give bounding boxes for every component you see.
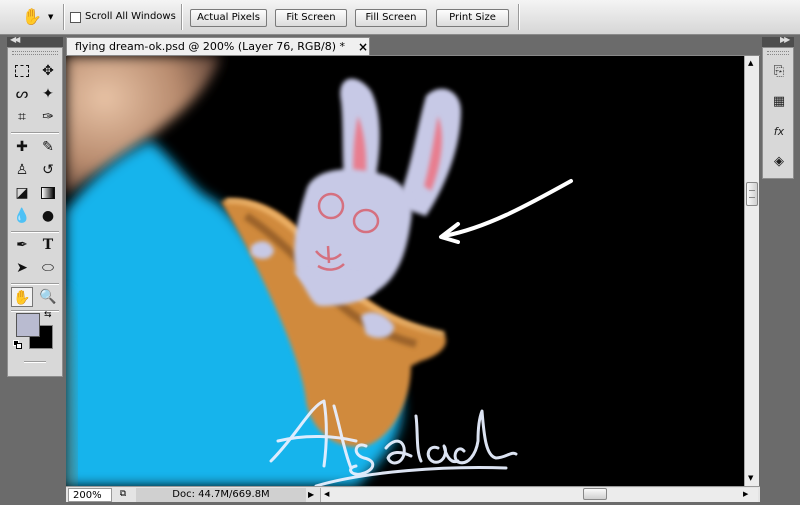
styles-fx-panel-icon[interactable]: fx bbox=[769, 122, 789, 142]
status-bar: 200% ⧉ Doc: 44.7M/669.8M ▶ ◀ ▶ bbox=[66, 486, 760, 502]
horizontal-scrollbar[interactable]: ◀ ▶ bbox=[320, 488, 758, 502]
panel-dock: ⎘ ▦ fx ◈ bbox=[762, 47, 794, 179]
vertical-scrollbar[interactable]: ▲ ▼ bbox=[744, 56, 759, 486]
zoom-field[interactable]: 200% bbox=[68, 488, 112, 502]
status-menu-arrow-icon[interactable]: ▶ bbox=[308, 488, 318, 502]
fit-screen-button[interactable]: Fit Screen bbox=[275, 9, 347, 27]
vertical-scroll-thumb[interactable] bbox=[746, 182, 758, 206]
document-tab-title: flying dream-ok.psd @ 200% (Layer 76, RG… bbox=[75, 40, 345, 53]
scroll-down-arrow-icon[interactable]: ▼ bbox=[748, 474, 753, 482]
toolbox-grip[interactable] bbox=[12, 51, 58, 55]
eyedropper-tool-icon[interactable]: ✑ bbox=[37, 107, 59, 127]
expand-arrows-icon: ▶▶ bbox=[780, 35, 790, 44]
swatches-panel-icon[interactable]: ▦ bbox=[769, 92, 789, 112]
path-selection-tool-icon[interactable]: ➤ bbox=[11, 258, 33, 278]
toolbox-header[interactable]: ◀◀ bbox=[7, 35, 63, 47]
toolbox: ✥ ᔕ ✦ ⌗ ✑ ✚ ✎ ♙ ↺ ◪ 💧 ● ✒ T ➤ ⬭ ✋ 🔍 ⇆ bbox=[7, 47, 63, 377]
lasso-tool-icon[interactable]: ᔕ bbox=[11, 84, 33, 104]
gradient-tool-icon[interactable] bbox=[37, 183, 59, 203]
print-size-button[interactable]: Print Size bbox=[436, 9, 509, 27]
artwork bbox=[66, 56, 573, 486]
options-bar: ✋ ▼ Scroll All Windows Actual Pixels Fit… bbox=[0, 0, 800, 35]
history-panel-icon[interactable]: ⎘ bbox=[769, 62, 789, 82]
document-tab[interactable]: flying dream-ok.psd @ 200% (Layer 76, RG… bbox=[66, 37, 370, 56]
scroll-left-arrow-icon[interactable]: ◀ bbox=[324, 488, 329, 501]
pen-tool-icon[interactable]: ✒ bbox=[11, 235, 33, 255]
collapse-arrows-icon: ◀◀ bbox=[10, 35, 20, 44]
dock-header[interactable]: ▶▶ bbox=[762, 35, 794, 47]
move-tool-icon[interactable]: ✥ bbox=[37, 61, 59, 81]
close-icon[interactable]: × bbox=[358, 38, 368, 56]
eraser-tool-icon[interactable]: ◪ bbox=[11, 183, 33, 203]
document-canvas[interactable] bbox=[66, 56, 744, 486]
foreground-color-swatch-front bbox=[16, 313, 40, 337]
scroll-all-windows-label: Scroll All Windows bbox=[85, 11, 176, 22]
marquee-tool-icon[interactable] bbox=[11, 61, 33, 81]
fill-screen-button[interactable]: Fill Screen bbox=[355, 9, 427, 27]
horizontal-scroll-thumb[interactable] bbox=[583, 488, 607, 500]
history-brush-tool-icon[interactable]: ↺ bbox=[37, 160, 59, 180]
scroll-up-arrow-icon[interactable]: ▲ bbox=[748, 59, 753, 67]
hand-icon: ✋ bbox=[22, 7, 42, 26]
tool-preset-picker[interactable]: ✋ ▼ bbox=[20, 7, 60, 29]
ellipse-tool-icon[interactable]: ⬭ bbox=[37, 258, 59, 278]
scroll-all-windows-checkbox[interactable] bbox=[70, 12, 81, 23]
actual-pixels-button[interactable]: Actual Pixels bbox=[190, 9, 267, 27]
clone-stamp-tool-icon[interactable]: ♙ bbox=[11, 160, 33, 180]
layers-panel-icon[interactable]: ◈ bbox=[769, 152, 789, 172]
brush-tool-icon[interactable]: ✎ bbox=[37, 137, 59, 157]
swap-colors-icon[interactable]: ⇆ bbox=[44, 310, 52, 320]
dodge-tool-icon[interactable]: ● bbox=[37, 206, 59, 226]
type-tool-icon[interactable]: T bbox=[37, 235, 59, 255]
scroll-right-arrow-icon[interactable]: ▶ bbox=[743, 488, 748, 501]
dock-grip[interactable] bbox=[767, 51, 789, 55]
arrow-stroke bbox=[442, 179, 573, 238]
doc-size-info: Doc: 44.7M/669.8M bbox=[136, 488, 306, 502]
healing-brush-tool-icon[interactable]: ✚ bbox=[11, 137, 33, 157]
blur-tool-icon[interactable]: 💧 bbox=[11, 206, 33, 226]
default-colors-icon[interactable] bbox=[13, 340, 23, 350]
status-options-icon[interactable]: ⧉ bbox=[116, 488, 130, 502]
zoom-tool-icon[interactable]: 🔍 bbox=[37, 287, 59, 307]
chevron-down-icon: ▼ bbox=[48, 13, 54, 21]
magic-wand-tool-icon[interactable]: ✦ bbox=[37, 84, 59, 104]
crop-tool-icon[interactable]: ⌗ bbox=[11, 107, 33, 127]
hand-tool-icon[interactable]: ✋ bbox=[11, 287, 33, 307]
